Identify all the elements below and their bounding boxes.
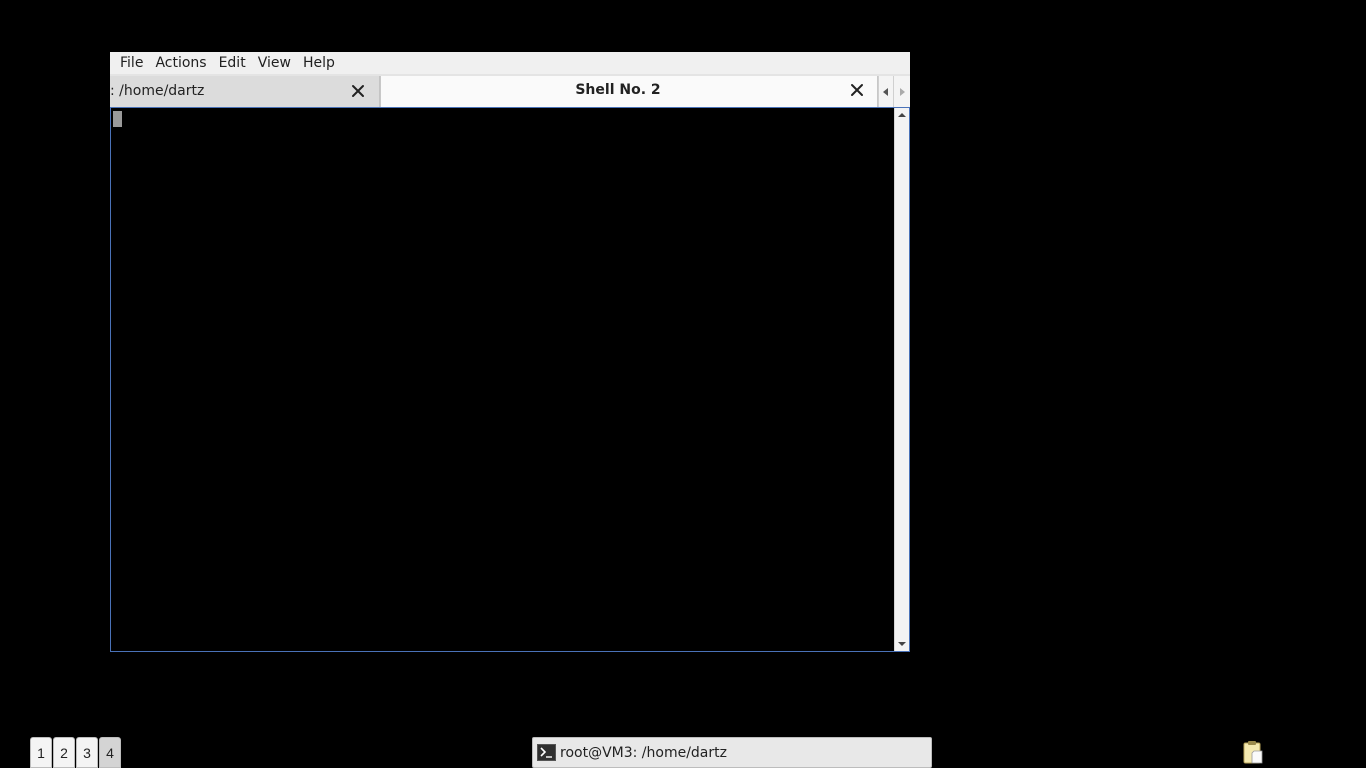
close-icon[interactable] bbox=[348, 81, 368, 101]
menu-actions[interactable]: Actions bbox=[149, 52, 212, 74]
menu-help[interactable]: Help bbox=[297, 52, 341, 74]
menu-file[interactable]: File bbox=[114, 52, 149, 74]
terminal-screen[interactable] bbox=[111, 108, 894, 651]
tab-label: Shell No. 2 bbox=[575, 82, 661, 98]
menu-view[interactable]: View bbox=[252, 52, 297, 74]
tab-label: : /home/dartz bbox=[110, 83, 205, 99]
desktop-button-2[interactable]: 2 bbox=[53, 737, 75, 768]
chevron-left-icon[interactable] bbox=[878, 76, 893, 107]
menu-bar: File Actions Edit View Help bbox=[110, 52, 910, 74]
arrow-down-icon[interactable] bbox=[895, 637, 909, 651]
desktop-button-4[interactable]: 4 bbox=[99, 737, 121, 768]
chevron-right-icon[interactable] bbox=[893, 76, 910, 107]
vertical-scrollbar[interactable] bbox=[894, 108, 909, 651]
clipboard-icon[interactable] bbox=[1242, 740, 1264, 764]
desktop-button-1[interactable]: 1 bbox=[30, 737, 52, 768]
desktop-button-3[interactable]: 3 bbox=[76, 737, 98, 768]
close-icon[interactable] bbox=[847, 80, 867, 100]
taskbar-window-label: root@VM3: /home/dartz bbox=[560, 744, 727, 761]
taskbar-window-button[interactable]: root@VM3: /home/dartz bbox=[532, 737, 932, 768]
terminal-icon bbox=[537, 744, 556, 761]
terminal-area bbox=[110, 107, 910, 652]
arrow-up-icon[interactable] bbox=[895, 108, 909, 122]
tab-shell-no-2[interactable]: Shell No. 2 bbox=[380, 76, 878, 107]
text-cursor bbox=[113, 111, 122, 127]
menu-edit[interactable]: Edit bbox=[213, 52, 252, 74]
tab-bar: : /home/dartz Shell No. 2 bbox=[110, 74, 910, 107]
terminal-window: File Actions Edit View Help : /home/dart… bbox=[110, 52, 910, 652]
tab-home-dartz[interactable]: : /home/dartz bbox=[110, 76, 380, 107]
